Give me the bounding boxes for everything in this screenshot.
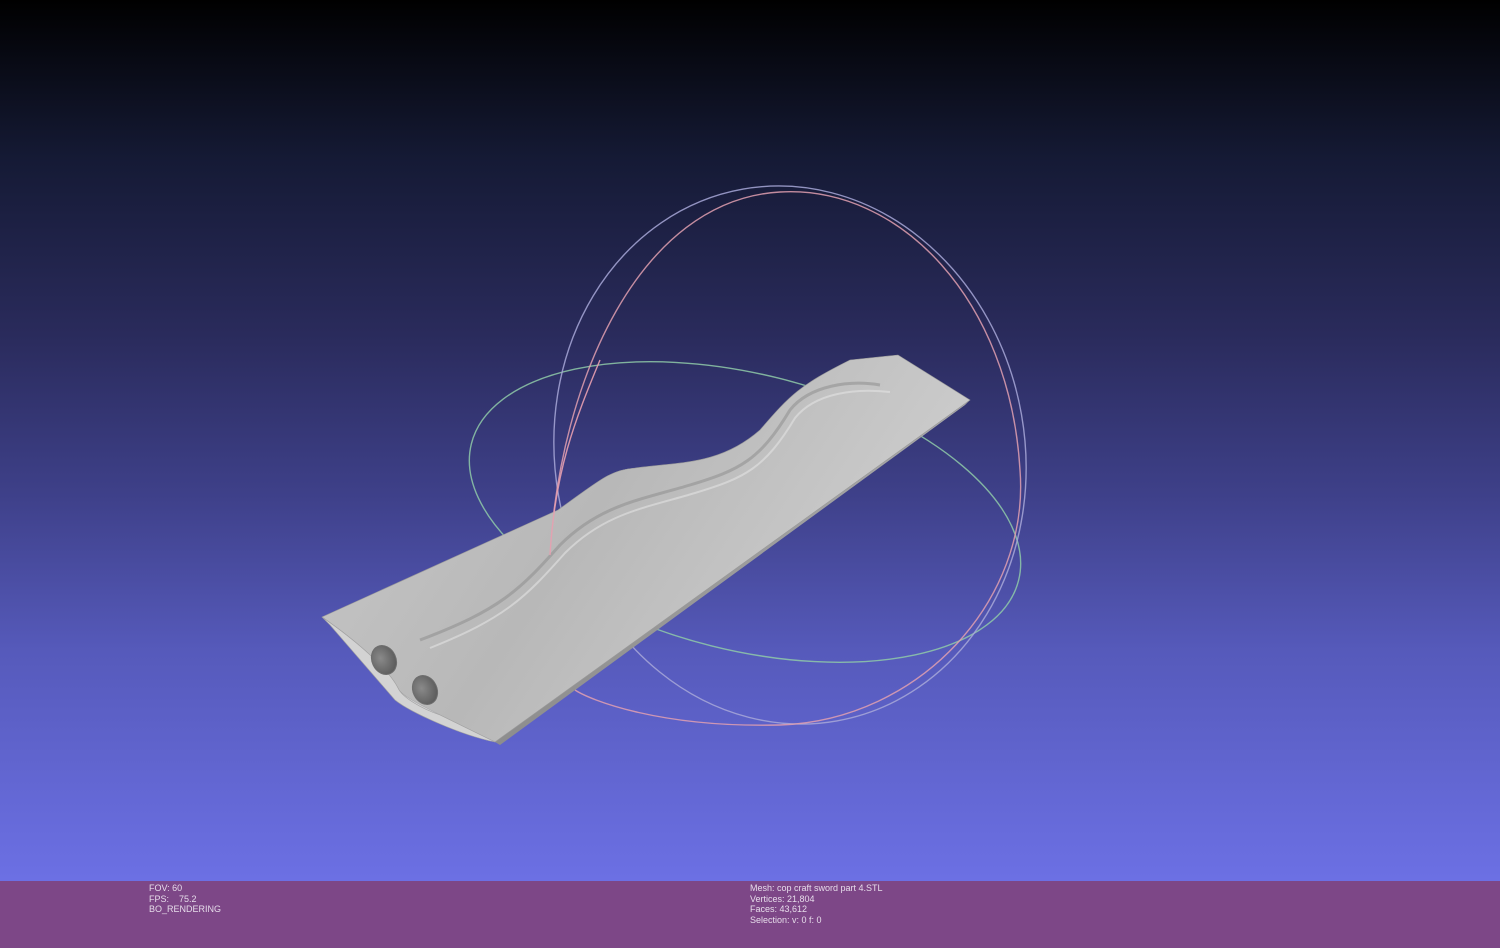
status-bar: FOV: 60 FPS: 75.2 BO_RENDERING Mesh: cop…: [0, 881, 1500, 948]
mesh-info: Mesh: cop craft sword part 4.STL Vertice…: [750, 883, 883, 925]
render-info: FOV: 60 FPS: 75.2 BO_RENDERING: [149, 883, 221, 915]
vertices-readout: Vertices: 21,804: [750, 893, 815, 904]
scene-canvas[interactable]: [0, 0, 1500, 881]
fps-readout: FPS: 75.2: [149, 893, 197, 904]
3d-viewport[interactable]: [0, 0, 1500, 881]
selection-readout: Selection: v: 0 f: 0: [750, 914, 822, 925]
render-mode-readout: BO_RENDERING: [149, 904, 222, 915]
mesh-name-readout: Mesh: cop craft sword part 4.STL: [750, 883, 883, 893]
mesh-sword-part[interactable]: [321, 354, 971, 745]
fov-readout: FOV: 60: [149, 883, 183, 893]
faces-readout: Faces: 43,612: [750, 904, 808, 915]
